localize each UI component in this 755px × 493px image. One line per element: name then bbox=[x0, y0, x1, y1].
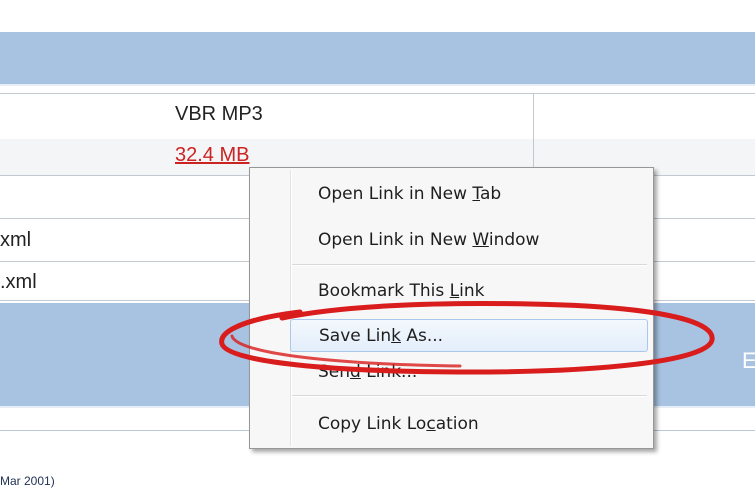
menu-item-open-link-new-window[interactable]: Open Link in New Window bbox=[292, 224, 647, 257]
link-context-menu: Open Link in New Tab Open Link in New Wi… bbox=[249, 167, 654, 449]
access-key: c bbox=[426, 414, 436, 434]
table-row-format bbox=[0, 93, 755, 140]
menu-item-label: Open Link in New bbox=[318, 184, 473, 204]
menu-item-label: indow bbox=[488, 230, 540, 250]
menu-item-save-link-as[interactable]: Save Link As... bbox=[290, 319, 648, 352]
menu-item-label: As... bbox=[400, 326, 444, 346]
table-header-bar bbox=[0, 32, 755, 84]
menu-item-label: Link... bbox=[360, 362, 418, 382]
menu-item-label: ation bbox=[435, 414, 479, 434]
format-value: VBR MP3 bbox=[175, 103, 263, 125]
access-key: L bbox=[449, 281, 460, 301]
section-header-text: E bbox=[742, 348, 755, 373]
menu-item-copy-link-location[interactable]: Copy Link Location bbox=[292, 408, 647, 441]
menu-item-send-link[interactable]: Send Link... bbox=[292, 356, 647, 389]
menu-item-bookmark-link[interactable]: Bookmark This Link bbox=[292, 275, 647, 308]
menu-item-label: ab bbox=[480, 184, 502, 204]
access-key: d bbox=[350, 362, 361, 382]
menu-item-label: Copy Link Lo bbox=[318, 414, 427, 434]
header-underline bbox=[0, 84, 755, 86]
menu-item-label: Bookmark This bbox=[318, 281, 450, 301]
xml-link-1[interactable]: xml bbox=[0, 229, 31, 252]
menu-item-label: Open Link in New bbox=[318, 230, 473, 250]
access-key: T bbox=[472, 184, 480, 204]
access-key: W bbox=[472, 230, 489, 250]
access-key: k bbox=[391, 326, 401, 346]
menu-separator bbox=[292, 395, 647, 397]
menu-icon-gutter bbox=[290, 170, 292, 446]
menu-item-open-link-new-tab[interactable]: Open Link in New Tab bbox=[292, 178, 647, 211]
menu-separator bbox=[292, 264, 647, 266]
menu-item-label: Sen bbox=[318, 362, 351, 382]
menu-item-label: Save Lin bbox=[319, 326, 392, 346]
menu-item-label: ink bbox=[459, 281, 485, 301]
file-size-link[interactable]: 32.4 MB bbox=[175, 144, 249, 167]
xml-link-2[interactable]: .xml bbox=[0, 271, 37, 294]
footer-date-text: Mar 2001) bbox=[0, 474, 55, 488]
